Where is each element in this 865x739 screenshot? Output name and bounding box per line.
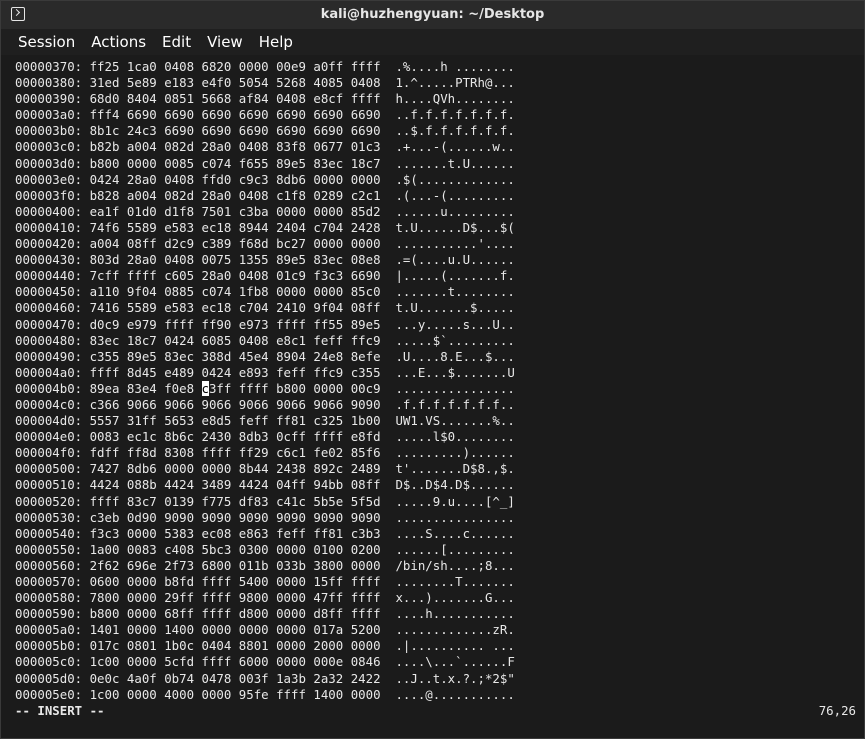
- terminal-window: kali@huzhengyuan: ~/Desktop Session Acti…: [0, 0, 865, 739]
- hexdump-line: 000004f0: fdff ff8d 8308 ffff ff29 c6c1 …: [15, 445, 515, 461]
- menu-edit[interactable]: Edit: [155, 31, 198, 53]
- hexdump-line: 00000590: b800 0000 68ff ffff d800 0000 …: [15, 606, 515, 622]
- hexdump-line: 00000550: 1a00 0083 c408 5bc3 0300 0000 …: [15, 541, 515, 557]
- hexdump-line: 000003f0: b828 a004 082d 28a0 0408 c1f8 …: [15, 187, 515, 203]
- window-title: kali@huzhengyuan: ~/Desktop: [320, 7, 545, 22]
- hexdump-line: 00000470: d0c9 e979 ffff ff90 e973 ffff …: [15, 316, 515, 332]
- hexdump-line: 000004a0: ffff 8d45 e489 0424 e893 feff …: [15, 364, 515, 380]
- hexdump-line-before-cursor: 000004b0: 89ea 83e4 f0e8: [15, 380, 202, 396]
- menu-session[interactable]: Session: [11, 31, 82, 53]
- hexdump-line: 00000520: ffff 83c7 0139 f775 df83 c41c …: [15, 493, 515, 509]
- hexdump-line: 00000500: 7427 8db6 0000 0000 8b44 2438 …: [15, 461, 515, 477]
- hexdump-line: 00000450: a110 9f04 0885 c074 1fb8 0000 …: [15, 284, 515, 300]
- hexdump-line: 000003c0: b82b a004 082d 28a0 0408 83f8 …: [15, 139, 515, 155]
- hexdump-line: 00000490: c355 89e5 83ec 388d 45e4 8904 …: [15, 348, 515, 364]
- hexdump-line: 000004b0: 89ea 83e4 f0e8 c3ff ffff b800 …: [15, 380, 515, 397]
- hexdump-line: 00000440: 7cff ffff c605 28a0 0408 01c9 …: [15, 268, 515, 284]
- hexdump-line: 000003b0: 8b1c 24c3 6690 6690 6690 6690 …: [15, 123, 515, 139]
- cursor-position: 76,26: [818, 703, 856, 718]
- hexdump-line: 00000430: 803d 28a0 0408 0075 1355 89e5 …: [15, 252, 515, 268]
- hexdump-line: 00000390: 68d0 8404 0851 5668 af84 0408 …: [15, 91, 515, 107]
- hexdump-line: 000004e0: 0083 ec1c 8b6c 2430 8db3 0cff …: [15, 429, 515, 445]
- menu-view[interactable]: View: [200, 31, 250, 53]
- hexdump-line: 000004c0: c366 9066 9066 9066 9066 9066 …: [15, 396, 515, 412]
- hexdump-line: 000005b0: 017c 0801 1b0c 0404 8801 0000 …: [15, 638, 515, 654]
- hexdump-line: 00000540: f3c3 0000 5383 ec08 e863 feff …: [15, 525, 515, 541]
- hexdump-line: 00000380: 31ed 5e89 e183 e4f0 5054 5268 …: [15, 75, 515, 91]
- title-bar[interactable]: kali@huzhengyuan: ~/Desktop: [1, 1, 864, 29]
- hexdump-line: 000003a0: fff4 6690 6690 6690 6690 6690 …: [15, 107, 515, 123]
- hexdump-line: 00000460: 7416 5589 e583 ec18 c704 2410 …: [15, 300, 515, 316]
- hexdump-content: 00000370: ff25 1ca0 0408 6820 0000 00e9 …: [15, 59, 515, 703]
- hexdump-line: 00000570: 0600 0000 b8fd ffff 5400 0000 …: [15, 574, 515, 589]
- hexdump-line: 000005c0: 1c00 0000 5cfd ffff 6000 0000 …: [15, 654, 515, 670]
- text-cursor: c: [201, 380, 209, 396]
- hexdump-line: 000004d0: 5557 31ff 5653 e8d5 feff ff81 …: [15, 413, 515, 429]
- hexdump-line: 000005a0: 1401 0000 1400 0000 0000 0000 …: [15, 622, 515, 638]
- vim-mode-indicator: -- INSERT --: [15, 703, 105, 718]
- hexdump-line: 00000580: 7800 0000 29ff ffff 9800 0000 …: [15, 590, 515, 606]
- hexdump-line: 00000420: a004 08ff d2c9 c389 f68d bc27 …: [15, 236, 515, 252]
- hexdump-line: 000005d0: 0e0c 4a0f 0b74 0478 003f 1a3b …: [15, 670, 515, 686]
- hexdump-line: 00000480: 83ec 18c7 0424 6085 0408 e8c1 …: [15, 332, 515, 348]
- hexdump-line: 00000370: ff25 1ca0 0408 6820 0000 00e9 …: [15, 59, 515, 74]
- hexdump-line: 00000410: 74f6 5589 e583 ec18 8944 2404 …: [15, 219, 515, 235]
- hexdump-line: 000005e0: 1c00 0000 4000 0000 95fe ffff …: [15, 686, 515, 702]
- menu-bar: Session Actions Edit View Help: [1, 29, 864, 55]
- menu-help[interactable]: Help: [252, 31, 300, 53]
- hexdump-line: 00000510: 4424 088b 4424 3489 4424 04ff …: [15, 477, 515, 493]
- hexdump-line: 00000530: c3eb 0d90 9090 9090 9090 9090 …: [15, 509, 515, 525]
- hexdump-line-after-cursor: 3ff ffff b800 0000 00c9 ................: [208, 380, 515, 396]
- terminal-area[interactable]: 00000370: ff25 1ca0 0408 6820 0000 00e9 …: [1, 55, 864, 738]
- hexdump-line: 000003e0: 0424 28a0 0408 ffd0 c9c3 8db6 …: [15, 171, 515, 187]
- hexdump-line: 00000560: 2f62 696e 2f73 6800 011b 033b …: [15, 557, 515, 573]
- hexdump-line: 000003d0: b800 0000 0085 c074 f655 89e5 …: [15, 155, 515, 171]
- hexdump-line: 00000400: ea1f 01d0 d1f8 7501 c3ba 0000 …: [15, 203, 515, 219]
- menu-actions[interactable]: Actions: [84, 31, 153, 53]
